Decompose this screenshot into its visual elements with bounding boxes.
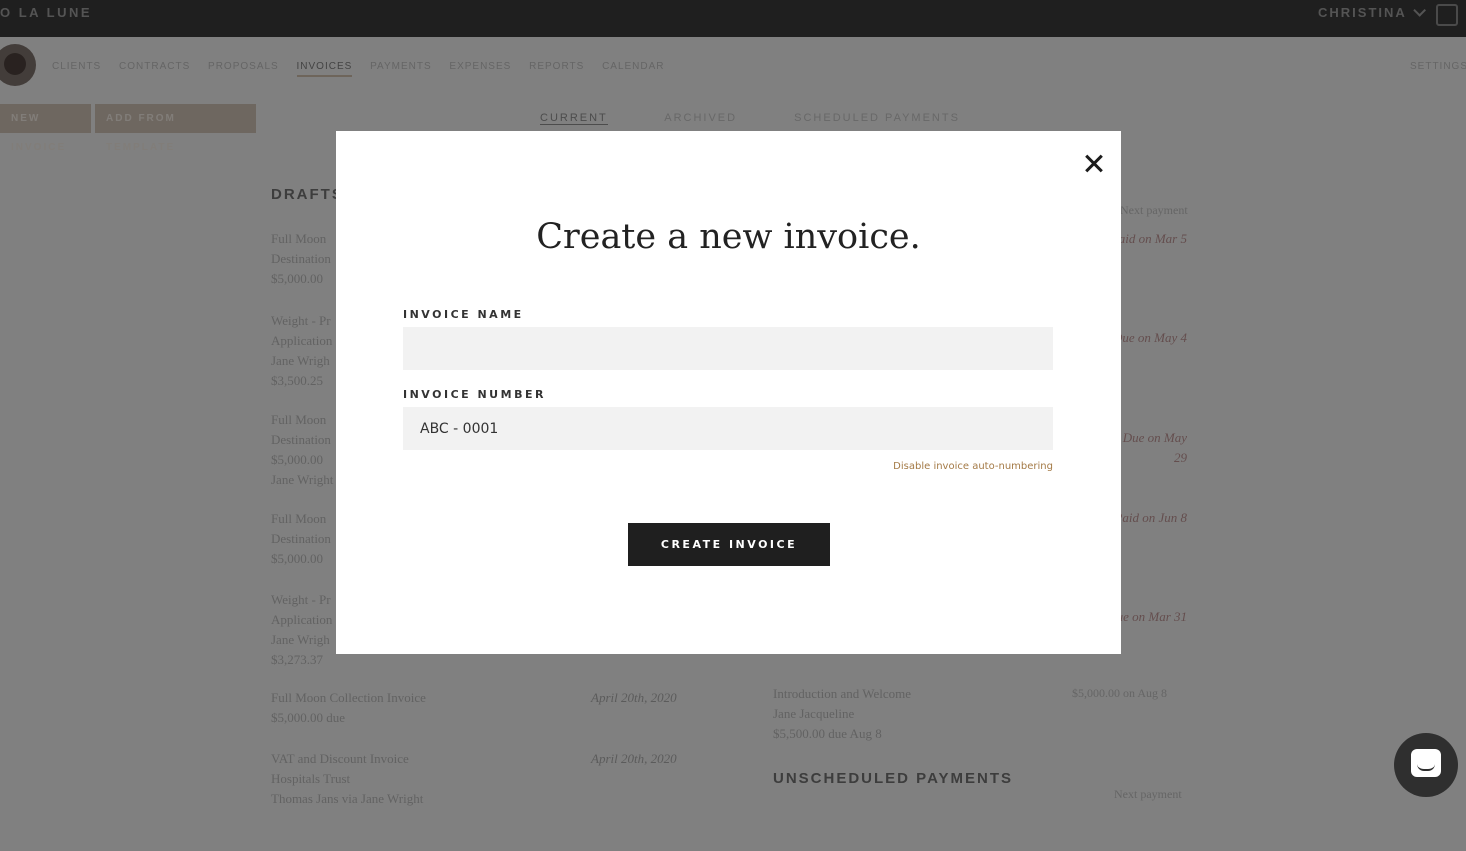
modal-title: Create a new invoice. <box>536 217 921 257</box>
invoice-number-label: INVOICE NUMBER <box>403 388 546 401</box>
invoice-number-input[interactable] <box>403 407 1053 450</box>
chat-icon[interactable] <box>1394 733 1458 797</box>
close-icon[interactable] <box>1082 152 1106 176</box>
disable-auto-numbering-link[interactable]: Disable invoice auto-numbering <box>836 461 1053 472</box>
create-invoice-button[interactable]: CREATE INVOICE <box>628 523 830 566</box>
invoice-name-label: INVOICE NAME <box>403 308 524 321</box>
create-invoice-modal: Create a new invoice. INVOICE NAME INVOI… <box>336 131 1121 654</box>
invoice-name-input[interactable] <box>403 327 1053 370</box>
